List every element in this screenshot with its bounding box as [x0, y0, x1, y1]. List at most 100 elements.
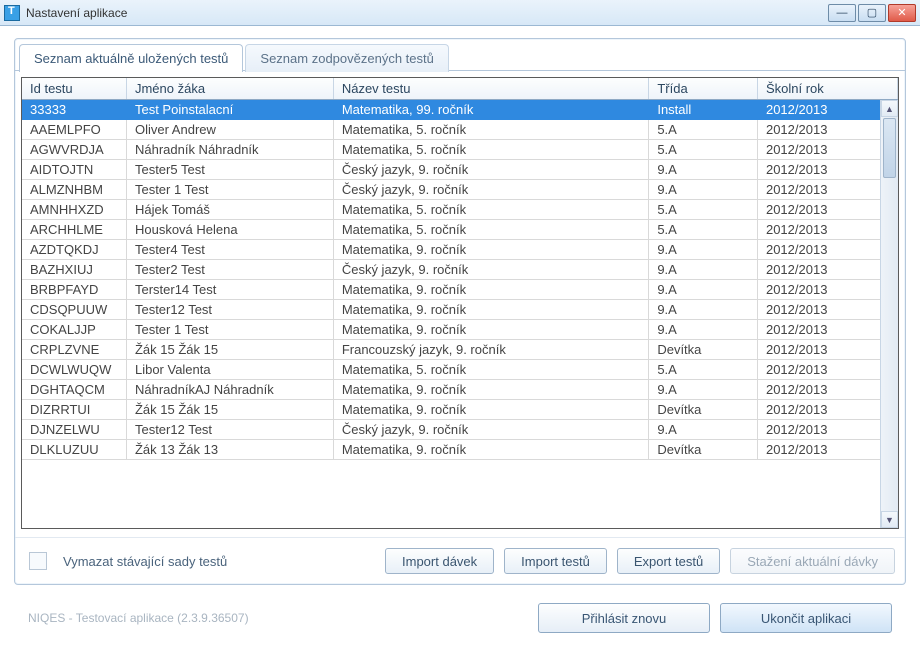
- cell-student: Housková Helena: [126, 220, 333, 240]
- cell-class: Devítka: [649, 400, 758, 420]
- cell-student: Libor Valenta: [126, 360, 333, 380]
- window-title: Nastavení aplikace: [26, 6, 127, 20]
- cell-student: Žák 15 Žák 15: [126, 400, 333, 420]
- cell-student: Tester5 Test: [126, 160, 333, 180]
- cell-id: AMNHHXZD: [22, 200, 126, 220]
- table-row[interactable]: AMNHHXZDHájek TomášMatematika, 5. ročník…: [22, 200, 898, 220]
- cell-year: 2012/2013: [757, 120, 897, 140]
- cell-student: Žák 13 Žák 13: [126, 440, 333, 460]
- panel-footer: Vymazat stávající sady testů Import dáve…: [15, 537, 905, 584]
- cell-class: 9.A: [649, 160, 758, 180]
- cell-student: Tester4 Test: [126, 240, 333, 260]
- table-row[interactable]: DCWLWUQWLibor ValentaMatematika, 5. ročn…: [22, 360, 898, 380]
- cell-year: 2012/2013: [757, 180, 897, 200]
- col-year[interactable]: Školní rok: [757, 78, 897, 100]
- table-row[interactable]: AIDTOJTNTester5 TestČeský jazyk, 9. ročn…: [22, 160, 898, 180]
- cell-test: Matematika, 5. ročník: [333, 120, 649, 140]
- cell-id: CDSQPUUW: [22, 300, 126, 320]
- table-row[interactable]: AGWVRDJANáhradník NáhradníkMatematika, 5…: [22, 140, 898, 160]
- table-row[interactable]: AAEMLPFOOliver AndrewMatematika, 5. ročn…: [22, 120, 898, 140]
- cell-student: Tester 1 Test: [126, 320, 333, 340]
- cell-id: CRPLZVNE: [22, 340, 126, 360]
- table-row[interactable]: DIZRRTUIŽák 15 Žák 15Matematika, 9. ročn…: [22, 400, 898, 420]
- cell-class: 5.A: [649, 140, 758, 160]
- cell-id: AIDTOJTN: [22, 160, 126, 180]
- table-row[interactable]: DLKLUZUUŽák 13 Žák 13Matematika, 9. ročn…: [22, 440, 898, 460]
- app-bottom-bar: NIQES - Testovací aplikace (2.3.9.36507)…: [14, 585, 906, 647]
- cell-class: 5.A: [649, 120, 758, 140]
- cell-test: Matematika, 9. ročník: [333, 400, 649, 420]
- cell-year: 2012/2013: [757, 360, 897, 380]
- tab-saved-tests[interactable]: Seznam aktuálně uložených testů: [19, 44, 243, 72]
- cell-id: COKALJJP: [22, 320, 126, 340]
- export-tests-button[interactable]: Export testů: [617, 548, 720, 574]
- download-batch-button: Stažení aktuální dávky: [730, 548, 895, 574]
- table-row[interactable]: BRBPFAYDTerster14 TestMatematika, 9. roč…: [22, 280, 898, 300]
- cell-year: 2012/2013: [757, 380, 897, 400]
- cell-class: 5.A: [649, 360, 758, 380]
- cell-class: 9.A: [649, 320, 758, 340]
- cell-test: Matematika, 5. ročník: [333, 360, 649, 380]
- col-test[interactable]: Název testu: [333, 78, 649, 100]
- table-row[interactable]: CDSQPUUWTester12 TestMatematika, 9. ročn…: [22, 300, 898, 320]
- col-id[interactable]: Id testu: [22, 78, 126, 100]
- cell-year: 2012/2013: [757, 100, 897, 120]
- clear-sets-checkbox[interactable]: [29, 552, 47, 570]
- cell-id: BAZHXIUJ: [22, 260, 126, 280]
- cell-test: Matematika, 5. ročník: [333, 200, 649, 220]
- cell-class: 9.A: [649, 420, 758, 440]
- scroll-thumb[interactable]: [883, 118, 896, 178]
- window-titlebar: Nastavení aplikace — ▢ ✕: [0, 0, 920, 26]
- minimize-button[interactable]: —: [828, 4, 856, 22]
- tab-answered-tests[interactable]: Seznam zodpovězených testů: [245, 44, 448, 72]
- tests-grid: Id testu Jméno žáka Název testu Třída Šk…: [21, 77, 899, 529]
- cell-year: 2012/2013: [757, 140, 897, 160]
- relogin-button[interactable]: Přihlásit znovu: [538, 603, 710, 633]
- cell-test: Matematika, 9. ročník: [333, 240, 649, 260]
- col-class[interactable]: Třída: [649, 78, 758, 100]
- cell-student: Test Poinstalacní: [126, 100, 333, 120]
- table-row[interactable]: COKALJJPTester 1 TestMatematika, 9. ročn…: [22, 320, 898, 340]
- grid-scrollbar[interactable]: ▲ ▼: [880, 100, 898, 528]
- cell-test: Matematika, 5. ročník: [333, 140, 649, 160]
- cell-student: NáhradníkAJ Náhradník: [126, 380, 333, 400]
- cell-year: 2012/2013: [757, 260, 897, 280]
- close-button[interactable]: ✕: [888, 4, 916, 22]
- cell-year: 2012/2013: [757, 220, 897, 240]
- cell-class: 5.A: [649, 220, 758, 240]
- import-tests-button[interactable]: Import testů: [504, 548, 607, 574]
- cell-id: DCWLWUQW: [22, 360, 126, 380]
- cell-id: DLKLUZUU: [22, 440, 126, 460]
- cell-student: Žák 15 Žák 15: [126, 340, 333, 360]
- table-row[interactable]: ALMZNHBMTester 1 TestČeský jazyk, 9. roč…: [22, 180, 898, 200]
- cell-test: Český jazyk, 9. ročník: [333, 180, 649, 200]
- scroll-down-icon[interactable]: ▼: [881, 511, 898, 528]
- cell-class: Install: [649, 100, 758, 120]
- col-student[interactable]: Jméno žáka: [126, 78, 333, 100]
- cell-year: 2012/2013: [757, 280, 897, 300]
- import-batch-button[interactable]: Import dávek: [385, 548, 494, 574]
- cell-student: Hájek Tomáš: [126, 200, 333, 220]
- table-row[interactable]: CRPLZVNEŽák 15 Žák 15Francouzský jazyk, …: [22, 340, 898, 360]
- maximize-button[interactable]: ▢: [858, 4, 886, 22]
- cell-student: Náhradník Náhradník: [126, 140, 333, 160]
- cell-student: Tester 1 Test: [126, 180, 333, 200]
- tabs: Seznam aktuálně uložených testů Seznam z…: [15, 39, 905, 71]
- app-icon: [4, 5, 20, 21]
- table-row[interactable]: AZDTQKDJTester4 TestMatematika, 9. roční…: [22, 240, 898, 260]
- table-row[interactable]: ARCHHLMEHousková HelenaMatematika, 5. ro…: [22, 220, 898, 240]
- cell-class: 9.A: [649, 300, 758, 320]
- table-row[interactable]: DJNZELWUTester12 TestČeský jazyk, 9. roč…: [22, 420, 898, 440]
- cell-test: Český jazyk, 9. ročník: [333, 260, 649, 280]
- cell-student: Tester2 Test: [126, 260, 333, 280]
- table-row[interactable]: BAZHXIUJTester2 TestČeský jazyk, 9. ročn…: [22, 260, 898, 280]
- table-row[interactable]: 33333Test PoinstalacníMatematika, 99. ro…: [22, 100, 898, 120]
- table-row[interactable]: DGHTAQCMNáhradníkAJ NáhradníkMatematika,…: [22, 380, 898, 400]
- cell-id: 33333: [22, 100, 126, 120]
- cell-id: AGWVRDJA: [22, 140, 126, 160]
- cell-id: ALMZNHBM: [22, 180, 126, 200]
- quit-app-button[interactable]: Ukončit aplikaci: [720, 603, 892, 633]
- cell-test: Matematika, 9. ročník: [333, 300, 649, 320]
- scroll-up-icon[interactable]: ▲: [881, 100, 898, 117]
- clear-sets-label: Vymazat stávající sady testů: [63, 554, 227, 569]
